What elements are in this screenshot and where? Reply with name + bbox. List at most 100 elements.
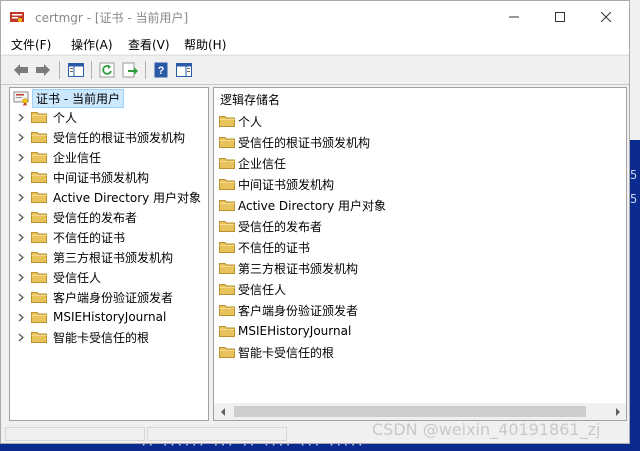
folder-icon xyxy=(31,332,47,343)
folder-icon xyxy=(31,272,47,283)
expand-toggle[interactable] xyxy=(16,308,26,326)
folder-icon xyxy=(219,242,235,253)
tree-item[interactable]: MSIEHistoryJournal xyxy=(16,308,166,326)
tree-item[interactable]: 受信任人 xyxy=(16,268,101,286)
list-item-label: 中间证书颁发机构 xyxy=(238,177,335,192)
tree-item[interactable]: Active Directory 用户对象 xyxy=(16,188,201,206)
list-item-label: 客户端身份验证颁发者 xyxy=(238,303,359,318)
background-console-strip: ·· ······ ··· ·· ···· ··· ····· xyxy=(0,444,640,451)
show-hide-action-pane-button[interactable] xyxy=(175,61,193,79)
list-item[interactable]: 第三方根证书颁发机构 xyxy=(219,259,358,277)
expand-toggle[interactable] xyxy=(16,128,26,146)
svg-text:?: ? xyxy=(158,65,165,77)
export-list-button[interactable] xyxy=(121,61,139,79)
expand-toggle[interactable] xyxy=(16,168,26,186)
close-button[interactable] xyxy=(583,1,629,32)
horizontal-scrollbar[interactable] xyxy=(214,403,626,420)
chevron-right-icon xyxy=(18,153,24,161)
help-button[interactable]: ? xyxy=(152,61,170,79)
toolbar-separator xyxy=(91,61,92,79)
list-item[interactable]: 受信任的发布者 xyxy=(219,217,322,235)
menu-help[interactable]: 帮助(H) xyxy=(184,36,226,53)
console-tree[interactable]: 证书 - 当前用户 个人受信任的根证书颁发机构企业信任中间证书颁发机构 Activ… xyxy=(9,87,209,421)
show-hide-console-tree-button[interactable] xyxy=(67,61,85,79)
close-icon xyxy=(601,11,611,22)
background-glyph: 5 xyxy=(630,192,638,206)
tree-root[interactable]: 证书 - 当前用户 xyxy=(13,88,124,108)
folder-icon xyxy=(31,292,47,303)
background-window-edge xyxy=(630,0,640,140)
expand-toggle[interactable] xyxy=(16,188,26,206)
tree-item[interactable]: 个人 xyxy=(16,108,77,126)
list-item-label: 受信任的根证书颁发机构 xyxy=(238,135,371,150)
tree-item-label: 客户端身份验证颁发者 xyxy=(53,290,174,305)
expand-toggle[interactable] xyxy=(16,108,26,126)
list-item[interactable]: 中间证书颁发机构 xyxy=(219,175,334,193)
back-button[interactable] xyxy=(12,61,30,79)
list-item[interactable]: 个人 xyxy=(219,112,262,130)
list-item[interactable]: 不信任的证书 xyxy=(219,238,310,256)
folder-icon xyxy=(219,200,235,211)
maximize-button[interactable] xyxy=(537,1,583,32)
export-list-icon xyxy=(122,62,138,78)
folder-icon xyxy=(219,179,235,190)
results-pane[interactable]: 逻辑存储名 个人受信任的根证书颁发机构企业信任中间证书颁发机构 Active Di… xyxy=(213,87,627,421)
list-item[interactable]: MSIEHistoryJournal xyxy=(219,322,351,340)
tree-item[interactable]: 智能卡受信任的根 xyxy=(16,328,149,346)
tree-item-label: Active Directory 用户对象 xyxy=(53,190,202,205)
list-item[interactable]: 受信任人 xyxy=(219,280,286,298)
list-item[interactable]: 客户端身份验证颁发者 xyxy=(219,301,358,319)
show-hide-console-tree-icon xyxy=(68,63,84,77)
forward-arrow-icon xyxy=(36,64,50,76)
window-title: certmgr - [证书 - 当前用户] xyxy=(35,11,189,25)
folder-icon xyxy=(31,172,47,183)
list-item-label: 受信任人 xyxy=(238,282,287,297)
list-item[interactable]: Active Directory 用户对象 xyxy=(219,196,386,214)
tree-item[interactable]: 受信任的发布者 xyxy=(16,208,137,226)
minimize-icon xyxy=(509,16,519,17)
back-arrow-icon xyxy=(14,64,28,76)
folder-icon xyxy=(31,252,47,263)
scrollbar-thumb[interactable] xyxy=(234,406,586,417)
tree-item-label: 受信任的根证书颁发机构 xyxy=(53,130,186,145)
chevron-right-icon xyxy=(18,213,24,221)
scroll-right-button[interactable] xyxy=(609,403,626,420)
expand-toggle[interactable] xyxy=(16,228,26,246)
chevron-right-icon xyxy=(18,133,24,141)
expand-toggle[interactable] xyxy=(16,268,26,286)
tree-item-label: 第三方根证书颁发机构 xyxy=(53,250,174,265)
minimize-button[interactable] xyxy=(491,1,537,32)
tree-item-label: 受信任人 xyxy=(53,270,102,285)
tree-item[interactable]: 第三方根证书颁发机构 xyxy=(16,248,173,266)
forward-button[interactable] xyxy=(34,61,52,79)
tree-item[interactable]: 受信任的根证书颁发机构 xyxy=(16,128,185,146)
maximize-icon xyxy=(555,11,565,22)
tree-item[interactable]: 客户端身份验证颁发者 xyxy=(16,288,173,306)
tree-item-label: 受信任的发布者 xyxy=(53,210,138,225)
chevron-left-icon xyxy=(220,407,225,416)
certmgr-window: certmgr - [证书 - 当前用户] 文件(F) 操作(A) 查看(V) … xyxy=(0,0,630,444)
tree-item[interactable]: 企业信任 xyxy=(16,148,101,166)
expand-toggle[interactable] xyxy=(16,208,26,226)
list-item[interactable]: 智能卡受信任的根 xyxy=(219,343,334,361)
column-header-logical-store-name[interactable]: 逻辑存储名 xyxy=(220,91,280,108)
toolbar: ? xyxy=(1,55,629,85)
tree-item[interactable]: 中间证书颁发机构 xyxy=(16,168,149,186)
folder-icon xyxy=(31,132,47,143)
menu-file[interactable]: 文件(F) xyxy=(11,36,51,53)
expand-toggle[interactable] xyxy=(16,148,26,166)
help-icon: ? xyxy=(154,62,168,78)
tree-item-label: MSIEHistoryJournal xyxy=(53,310,167,324)
expand-toggle[interactable] xyxy=(16,328,26,346)
chevron-right-icon xyxy=(18,293,24,301)
scroll-left-button[interactable] xyxy=(214,403,231,420)
menu-action[interactable]: 操作(A) xyxy=(71,36,113,53)
expand-toggle[interactable] xyxy=(16,288,26,306)
tree-item[interactable]: 不信任的证书 xyxy=(16,228,125,246)
refresh-button[interactable] xyxy=(98,61,116,79)
expand-toggle[interactable] xyxy=(16,248,26,266)
list-item[interactable]: 受信任的根证书颁发机构 xyxy=(219,133,370,151)
menu-view[interactable]: 查看(V) xyxy=(128,36,170,53)
list-item[interactable]: 企业信任 xyxy=(219,154,286,172)
refresh-icon xyxy=(99,62,115,78)
